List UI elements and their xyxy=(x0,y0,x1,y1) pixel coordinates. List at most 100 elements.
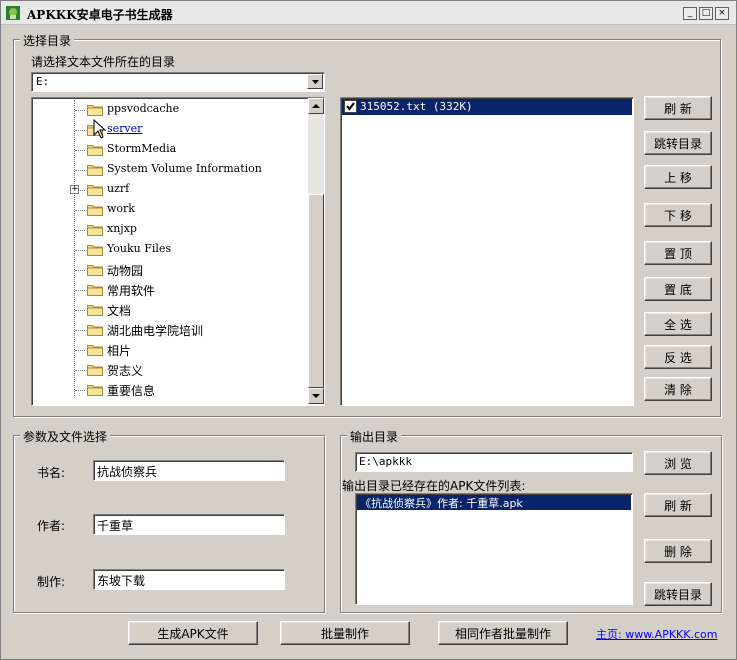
invert-selection-button[interactable]: 反 选 xyxy=(644,345,712,369)
book-name-label: 书名: xyxy=(37,466,66,480)
refresh-files-button[interactable]: 刷 新 xyxy=(644,96,712,120)
tree-item-label: xnjxp xyxy=(107,222,137,235)
drive-select[interactable]: E: xyxy=(31,72,325,92)
window-title: APKKK安卓电子书生成器 xyxy=(27,8,173,22)
tree-item[interactable]: StormMedia xyxy=(32,140,302,160)
apk-list-label: 输出目录已经存在的APK文件列表: xyxy=(342,479,526,493)
minimize-button[interactable]: _ xyxy=(683,7,697,20)
tree-item[interactable]: 相片 xyxy=(32,340,302,360)
move-to-bottom-button[interactable]: 置 底 xyxy=(644,277,712,301)
tree-item-label: StormMedia xyxy=(107,142,177,155)
folder-icon xyxy=(87,305,103,316)
tree-item-label: 湖北曲电学院培训 xyxy=(107,324,204,338)
tree-item[interactable]: ppsvodcache xyxy=(32,100,302,120)
folder-icon xyxy=(87,345,103,356)
tree-item[interactable]: 动物园 xyxy=(32,260,302,280)
generate-apk-button[interactable]: 生成APK文件 xyxy=(128,621,258,645)
select-dir-group-title: 选择目录 xyxy=(20,32,75,49)
tree-item[interactable]: Youku Files xyxy=(32,240,302,260)
tree-item-label: 相片 xyxy=(107,344,132,358)
tree-item-label: 文档 xyxy=(107,304,132,318)
apk-file-name: 《抗战侦察兵》作者: 千重草.apk xyxy=(360,497,523,510)
tree-connector-line xyxy=(75,330,85,331)
apk-file-list[interactable]: 《抗战侦察兵》作者: 千重草.apk xyxy=(355,493,633,605)
tree-item-label: System Volume Information xyxy=(107,162,262,175)
tree-connector-line xyxy=(75,170,85,171)
folder-icon xyxy=(87,285,103,296)
tree-item-label: work xyxy=(107,202,135,215)
scroll-thumb[interactable] xyxy=(308,194,324,388)
refresh-apk-button[interactable]: 刷 新 xyxy=(644,493,712,517)
browse-button[interactable]: 浏 览 xyxy=(644,451,712,475)
close-button[interactable]: × xyxy=(715,7,729,20)
maximize-button[interactable]: □ xyxy=(699,7,713,20)
tree-connector-line xyxy=(75,270,85,271)
tree-item[interactable]: 常用软件 xyxy=(32,280,302,300)
tree-item[interactable]: 文档 xyxy=(32,300,302,320)
batch-same-author-button[interactable]: 相同作者批量制作 xyxy=(438,621,568,645)
app-window: APKKK安卓电子书生成器 _ □ × 选择目录 请选择文本文件所在的目录 E:… xyxy=(0,0,737,660)
book-name-input[interactable]: 抗战侦察兵 xyxy=(93,460,285,481)
tree-item[interactable]: 贺志义 xyxy=(32,360,302,380)
tree-item-label: server xyxy=(107,122,143,135)
tree-connector-line xyxy=(75,110,85,111)
folder-tree-scrollbar[interactable] xyxy=(308,98,324,404)
tree-item[interactable]: 重要信息 xyxy=(32,380,302,400)
tree-connector-line xyxy=(75,350,85,351)
scroll-down-button[interactable] xyxy=(308,388,324,404)
tree-item-label: uzrf xyxy=(107,182,130,195)
author-value: 千重草 xyxy=(97,519,134,533)
tree-connector-line xyxy=(75,150,85,151)
folder-icon xyxy=(87,105,103,116)
folder-icon xyxy=(87,225,103,236)
goto-output-dir-button[interactable]: 跳转目录 xyxy=(644,582,712,606)
move-to-top-button[interactable]: 置 顶 xyxy=(644,241,712,265)
tree-item-label: 常用软件 xyxy=(107,284,156,298)
delete-apk-button[interactable]: 删 除 xyxy=(644,539,712,563)
drive-dropdown-button[interactable] xyxy=(307,74,323,89)
file-checkbox[interactable] xyxy=(344,100,357,113)
tree-connector-line xyxy=(75,210,85,211)
file-list-item[interactable]: 315052.txt (332K) xyxy=(342,99,632,115)
output-path-input[interactable]: E:\apkkk xyxy=(355,452,633,472)
file-list[interactable]: 315052.txt (332K) xyxy=(340,97,634,406)
batch-make-button[interactable]: 批量制作 xyxy=(280,621,410,645)
scroll-up-button[interactable] xyxy=(308,98,324,114)
clear-button[interactable]: 清 除 xyxy=(644,377,712,401)
author-input[interactable]: 千重草 xyxy=(93,514,285,535)
homepage-link[interactable]: 主页: www.APKKK.com xyxy=(596,626,717,642)
tree-item[interactable]: System Volume Information xyxy=(32,160,302,180)
output-group-title: 输出目录 xyxy=(347,428,402,445)
expand-icon[interactable]: + xyxy=(70,185,79,194)
maker-input[interactable]: 东坡下载 xyxy=(93,569,285,590)
move-up-button[interactable]: 上 移 xyxy=(644,165,712,189)
select-all-button[interactable]: 全 选 xyxy=(644,312,712,336)
dir-prompt-label: 请选择文本文件所在的目录 xyxy=(31,55,176,69)
arrow-up-icon xyxy=(312,104,320,108)
tree-item[interactable]: 湖北曲电学院培训 xyxy=(32,320,302,340)
tree-item[interactable]: xnjxp xyxy=(32,220,302,240)
title-bar[interactable]: APKKK安卓电子书生成器 _ □ × xyxy=(1,1,736,25)
folder-icon xyxy=(87,265,103,276)
apk-list-item[interactable]: 《抗战侦察兵》作者: 千重草.apk xyxy=(357,495,631,510)
move-down-button[interactable]: 下 移 xyxy=(644,203,712,227)
tree-item-label: 动物园 xyxy=(107,264,144,278)
goto-source-dir-button[interactable]: 跳转目录 xyxy=(644,131,712,155)
folder-tree[interactable]: ppsvodcache server StormMedia System Volume… xyxy=(31,97,325,406)
drive-select-value: E: xyxy=(36,75,50,88)
maker-value: 东坡下载 xyxy=(97,574,146,588)
tree-connector-line xyxy=(75,390,85,391)
book-name-value: 抗战侦察兵 xyxy=(97,465,158,479)
params-group-title: 参数及文件选择 xyxy=(20,428,111,445)
tree-item[interactable]: server xyxy=(32,120,302,140)
tree-connector-line xyxy=(75,290,85,291)
folder-icon xyxy=(87,165,103,176)
tree-item[interactable]: work xyxy=(32,200,302,220)
folder-icon xyxy=(87,145,103,156)
tree-item[interactable]: + uzrf xyxy=(32,180,302,200)
folder-icon xyxy=(87,185,103,196)
tree-item-label: 重要信息 xyxy=(107,384,156,398)
folder-icon xyxy=(87,365,103,376)
tree-item-label: ppsvodcache xyxy=(107,102,180,115)
maker-label: 制作: xyxy=(37,575,66,589)
